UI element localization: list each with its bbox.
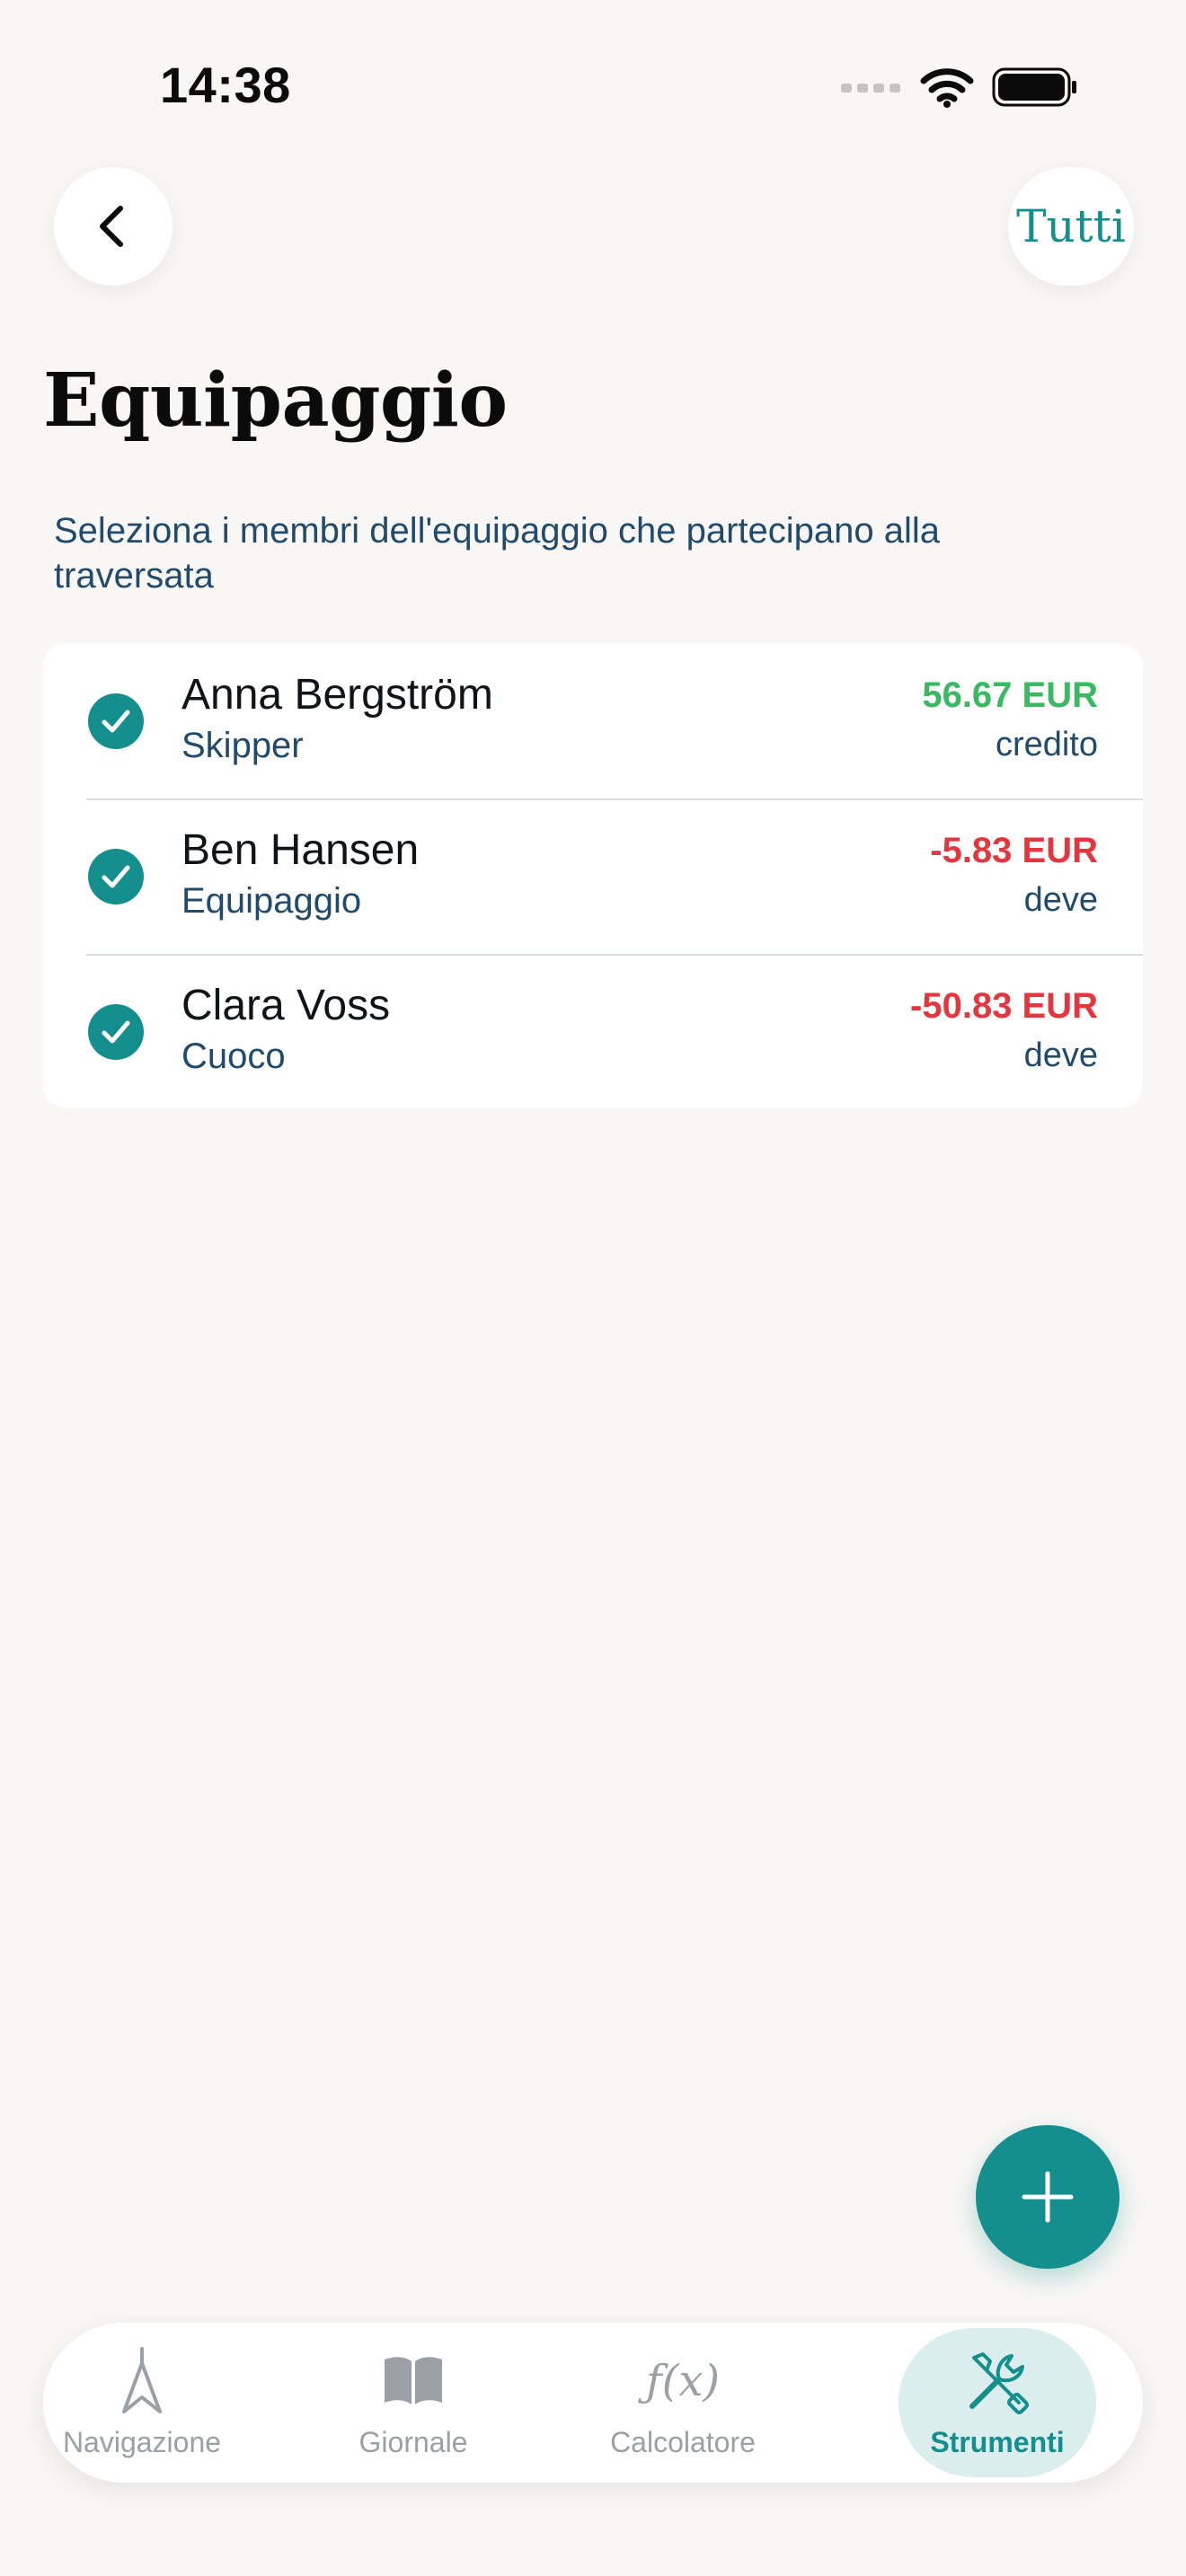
crew-role: Equipaggio xyxy=(181,881,362,921)
tab-bar: Navigazione Giornale ƒ(x) Calcolatore St… xyxy=(43,2323,1143,2483)
page-title: Equipaggio xyxy=(43,357,508,444)
back-button[interactable] xyxy=(54,167,173,286)
crew-balance-status: credito xyxy=(995,726,1098,763)
plus-icon xyxy=(1022,2171,1074,2223)
tab-label: Giornale xyxy=(358,2425,468,2458)
battery-icon xyxy=(992,67,1076,107)
cellular-signal-icon xyxy=(841,84,900,93)
tab-label: Calcolatore xyxy=(610,2425,756,2458)
crew-name: Ben Hansen xyxy=(181,826,420,874)
crew-role: Cuoco xyxy=(181,1037,286,1076)
navigation-icon xyxy=(122,2346,162,2413)
select-all-button[interactable]: Tutti xyxy=(1008,167,1134,286)
tab-strumenti[interactable]: Strumenti xyxy=(898,2328,1096,2477)
status-icons xyxy=(839,66,1078,108)
checkmark-circle-icon[interactable] xyxy=(88,1004,144,1060)
crew-balance: 56.67 EUR xyxy=(922,675,1098,715)
tab-navigazione[interactable]: Navigazione xyxy=(43,2328,241,2477)
tab-calcolatore[interactable]: ƒ(x) Calcolatore xyxy=(584,2328,782,2477)
tab-label: Strumenti xyxy=(930,2425,1065,2458)
book-icon xyxy=(385,2356,442,2404)
crew-row[interactable]: Clara Voss Cuoco -50.83 EUR deve xyxy=(43,954,1143,1108)
checkmark-circle-icon[interactable] xyxy=(88,849,144,904)
tab-giornale[interactable]: Giornale xyxy=(314,2328,512,2477)
page-subtitle: Seleziona i membri dell'equipaggio che p… xyxy=(54,511,941,595)
crew-balance-status: deve xyxy=(1023,881,1098,919)
crew-balance: -5.83 EUR xyxy=(930,831,1098,870)
crew-balance-status: deve xyxy=(1023,1037,1098,1074)
checkmark-circle-icon[interactable] xyxy=(88,693,144,749)
function-icon: ƒ(x) xyxy=(645,2355,721,2406)
crew-row[interactable]: Anna Bergström Skipper 56.67 EUR credito xyxy=(43,643,1143,798)
crew-row[interactable]: Ben Hansen Equipaggio -5.83 EUR deve xyxy=(43,798,1143,954)
wifi-icon xyxy=(920,68,974,108)
crew-name: Clara Voss xyxy=(181,982,391,1029)
tab-label: Navigazione xyxy=(62,2425,222,2458)
status-time: 14:38 xyxy=(160,57,291,113)
crew-list: Anna Bergström Skipper 56.67 EUR credito… xyxy=(43,643,1143,1108)
crew-role: Skipper xyxy=(181,726,304,765)
tools-icon xyxy=(969,2351,1030,2414)
crew-balance: -50.83 EUR xyxy=(910,986,1098,1026)
chevron-left-icon xyxy=(100,206,123,247)
crew-name: Anna Bergström xyxy=(181,671,493,719)
add-crew-member-button[interactable] xyxy=(976,2125,1120,2269)
